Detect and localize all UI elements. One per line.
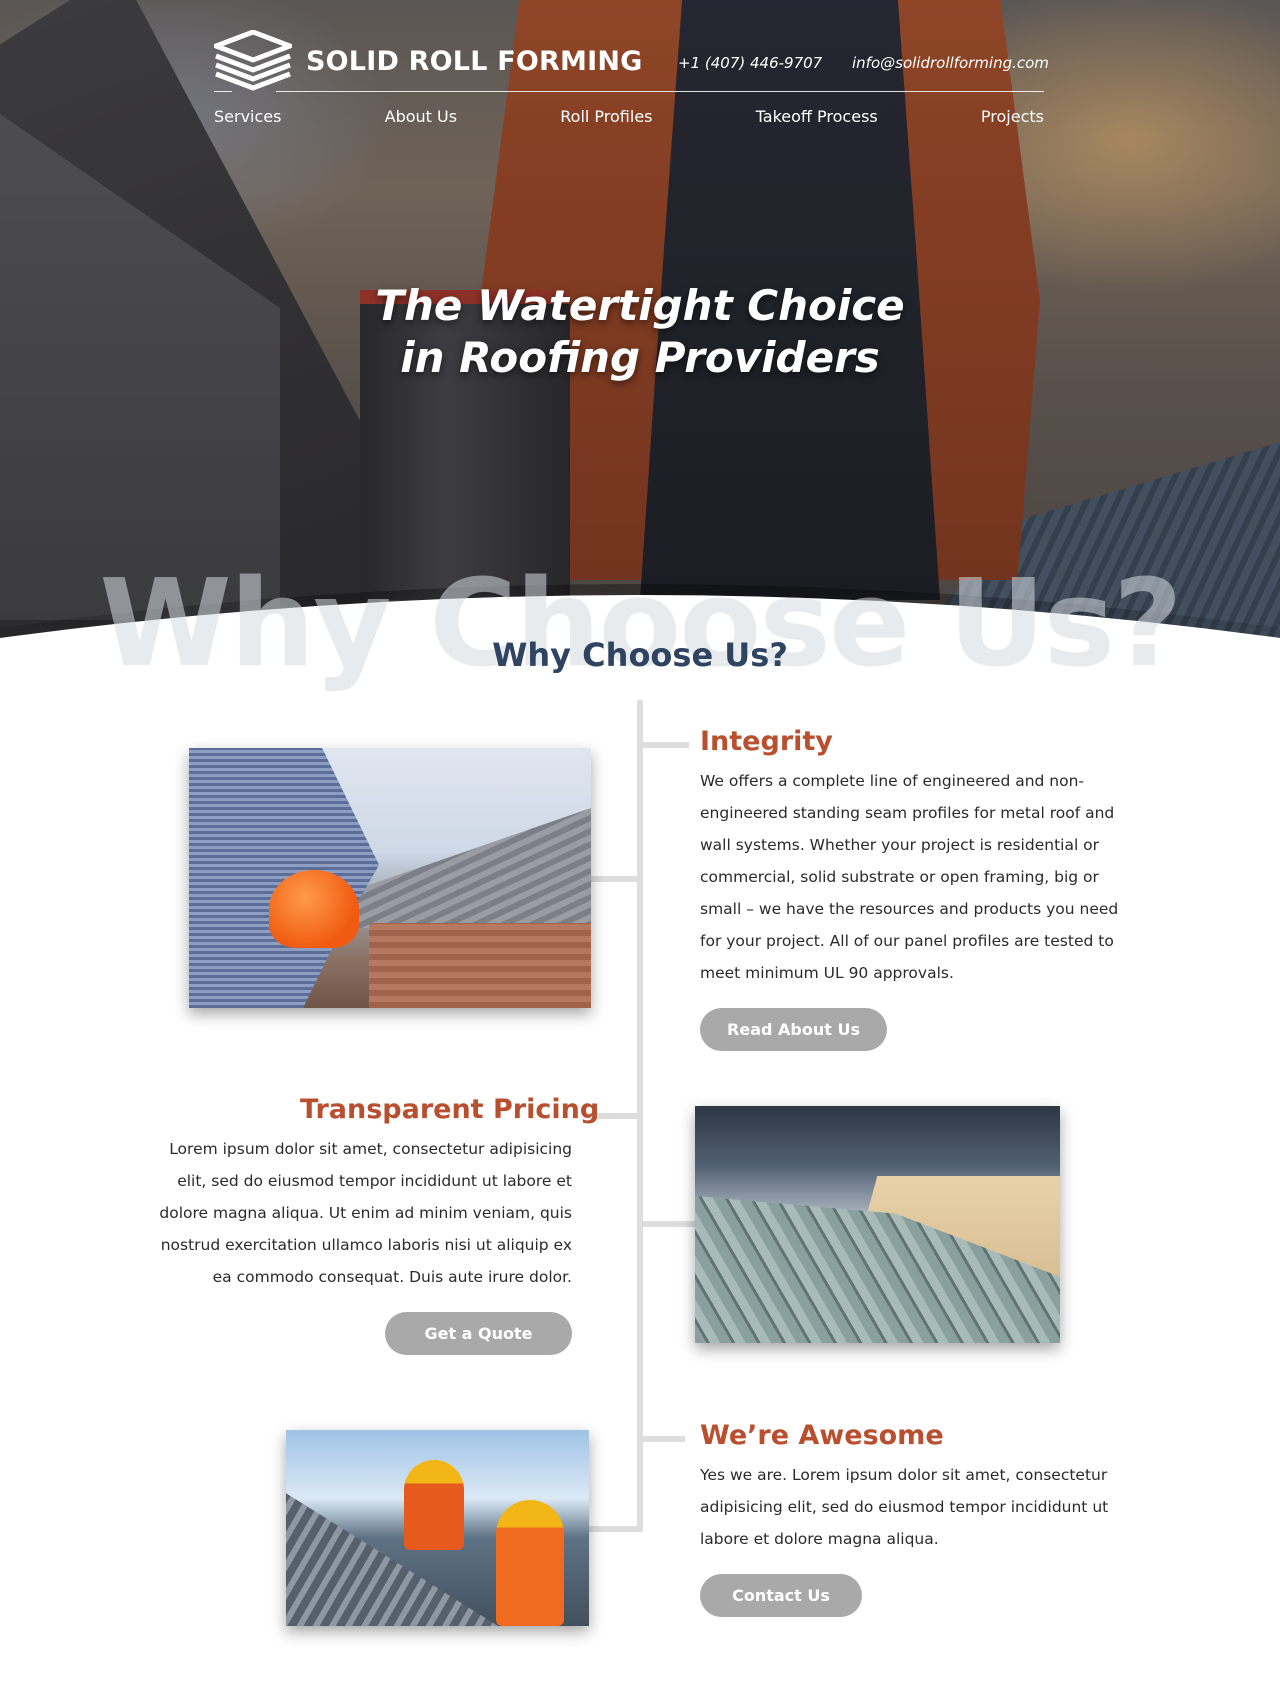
feature-text-transparent-pricing: Lorem ipsum dolor sit amet, consectetur … [159,1140,572,1286]
nav-item-takeoff-process[interactable]: Takeoff Process [756,107,878,126]
timeline-branch [643,742,689,748]
stacked-sheets-icon [208,29,298,92]
main-nav: Services About Us Roll Profiles Takeoff … [214,107,1044,126]
timeline-branch [643,1221,695,1227]
timeline-branch [643,1436,685,1442]
hard-hat-icon [269,870,359,948]
contact-us-button[interactable]: Contact Us [700,1574,862,1617]
feature-text-awesome: Yes we are. Lorem ipsum dolor sit amet, … [700,1466,1109,1548]
site-header: SOLID ROLL FORMING +1 (407) 446-9707 inf… [208,29,1049,130]
nav-item-services[interactable]: Services [214,107,281,126]
roofing-inspection-photo [189,748,591,1008]
brand-name: SOLID ROLL FORMING [306,45,643,77]
feature-text-integrity: We offers a complete line of engineered … [700,772,1119,982]
feature-title-integrity: Integrity [700,726,833,757]
section-title: Why Choose Us? [492,636,788,674]
timeline-branch [591,876,637,882]
hero-title-line2: in Roofing Providers [400,333,880,382]
timeline-line [637,700,643,1532]
hero-title-line1: The Watertight Choice [375,281,905,330]
nav-item-about-us[interactable]: About Us [385,107,457,126]
email-link[interactable]: info@solidrollforming.com [852,54,1049,72]
header-divider [214,91,232,92]
metal-roof-photo [695,1106,1060,1343]
nav-item-projects[interactable]: Projects [981,107,1044,126]
header-divider [276,91,1044,92]
timeline-branch [589,1526,637,1532]
logo[interactable]: SOLID ROLL FORMING [208,29,643,92]
hero-title: The Watertight Choice in Roofing Provide… [0,280,1280,384]
feature-title-awesome: We’re Awesome [700,1420,944,1451]
roof-workers-photo [286,1430,589,1626]
nav-item-roll-profiles[interactable]: Roll Profiles [560,107,652,126]
read-about-us-button[interactable]: Read About Us [700,1008,887,1051]
feature-title-transparent-pricing: Transparent Pricing [300,1094,600,1125]
get-a-quote-button[interactable]: Get a Quote [385,1312,572,1355]
phone-link[interactable]: +1 (407) 446-9707 [678,54,822,72]
